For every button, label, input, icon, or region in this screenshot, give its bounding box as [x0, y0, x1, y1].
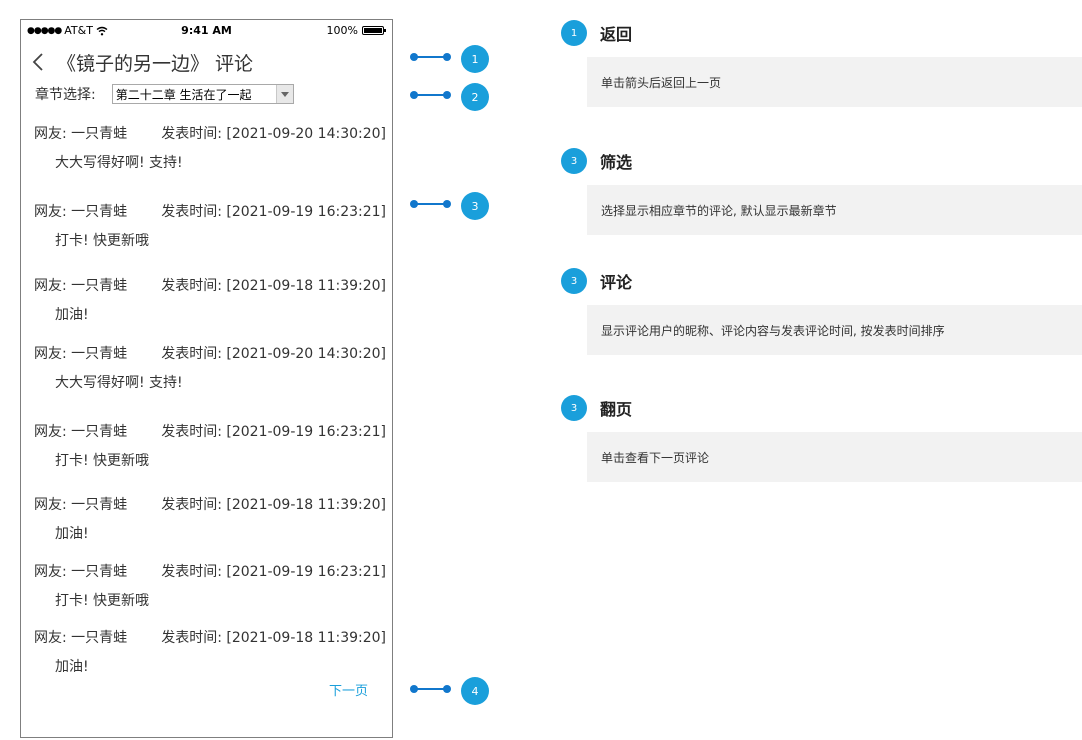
annotation-number: 3: [561, 395, 587, 421]
chevron-down-icon[interactable]: [275, 85, 293, 103]
comment-body: 加油!: [55, 307, 89, 323]
battery-icon: [362, 26, 386, 35]
page-title: 《镜子的另一边》 评论: [57, 53, 254, 75]
annotation-desc: 选择显示相应章节的评论, 默认显示最新章节: [587, 185, 1082, 235]
next-page-link[interactable]: 下一页: [329, 680, 368, 699]
annotation-title: 翻页: [600, 400, 633, 419]
comment-time: 发表时间: [2021-09-18 11:39:20]: [161, 497, 386, 513]
annotation-title: 返回: [600, 25, 633, 44]
callout-4: 4: [410, 677, 490, 705]
callout-number: 2: [461, 83, 489, 111]
comment-time: 发表时间: [2021-09-18 11:39:20]: [161, 278, 386, 294]
annotation-title: 筛选: [600, 153, 633, 172]
comment-time: 发表时间: [2021-09-19 16:23:21]: [161, 204, 386, 220]
phone-screen: ●●●●● AT&T 9:41 AM 100% 《镜子的另一边》 评论 章节选择…: [20, 19, 393, 738]
status-bar: ●●●●● AT&T 9:41 AM 100%: [21, 20, 392, 42]
comment-user: 网友: 一只青蛙: [34, 497, 128, 513]
comment-body: 大大写得好啊! 支持!: [55, 375, 183, 391]
comment-item: 网友: 一只青蛙 发表时间: [2021-09-20 14:30:20] 大大写得…: [34, 123, 386, 172]
callout-3: 3: [410, 192, 490, 220]
comment-user: 网友: 一只青蛙: [34, 630, 128, 646]
battery-percent: 100%: [326, 24, 358, 37]
comment-item: 网友: 一只青蛙 发表时间: [2021-09-20 14:30:20] 大大写得…: [34, 343, 386, 392]
comment-item: 网友: 一只青蛙 发表时间: [2021-09-19 16:23:21] 打卡! …: [34, 561, 386, 610]
annotation-pagination: 3 翻页 单击查看下一页评论: [561, 395, 1082, 482]
comment-user: 网友: 一只青蛙: [34, 278, 128, 294]
callout-number: 1: [461, 45, 489, 73]
comment-body: 打卡! 快更新哦: [55, 593, 150, 609]
annotation-number: 1: [561, 20, 587, 46]
annotation-number: 3: [561, 148, 587, 174]
callout-1: 1: [410, 45, 490, 73]
annotation-back: 1 返回 单击箭头后返回上一页: [561, 20, 1082, 107]
comment-time: 发表时间: [2021-09-20 14:30:20]: [161, 126, 386, 142]
callout-number: 4: [461, 677, 489, 705]
annotation-desc: 显示评论用户的昵称、评论内容与发表评论时间, 按发表时间排序: [587, 305, 1082, 355]
chapter-filter: 章节选择: 第二十二章 生活在了一起: [35, 83, 294, 105]
nav-bar: 《镜子的另一边》 评论: [21, 46, 392, 78]
chapter-selected-value: 第二十二章 生活在了一起: [115, 87, 252, 102]
back-arrow-icon[interactable]: [31, 51, 45, 73]
comment-time: 发表时间: [2021-09-19 16:23:21]: [161, 564, 386, 580]
annotation-number: 3: [561, 268, 587, 294]
comment-item: 网友: 一只青蛙 发表时间: [2021-09-19 16:23:21] 打卡! …: [34, 421, 386, 470]
callout-2: 2: [410, 83, 490, 111]
comment-user: 网友: 一只青蛙: [34, 564, 128, 580]
chapter-label: 章节选择:: [35, 87, 96, 103]
comment-item: 网友: 一只青蛙 发表时间: [2021-09-18 11:39:20] 加油!: [34, 627, 386, 676]
comment-user: 网友: 一只青蛙: [34, 424, 128, 440]
comment-item: 网友: 一只青蛙 发表时间: [2021-09-18 11:39:20] 加油!: [34, 494, 386, 543]
comment-body: 打卡! 快更新哦: [55, 233, 150, 249]
comment-time: 发表时间: [2021-09-20 14:30:20]: [161, 346, 386, 362]
annotation-title: 评论: [600, 273, 633, 292]
comment-time: 发表时间: [2021-09-18 11:39:20]: [161, 630, 386, 646]
annotation-filter: 3 筛选 选择显示相应章节的评论, 默认显示最新章节: [561, 148, 1082, 235]
comment-user: 网友: 一只青蛙: [34, 346, 128, 362]
comment-item: 网友: 一只青蛙 发表时间: [2021-09-19 16:23:21] 打卡! …: [34, 201, 386, 250]
annotation-desc: 单击箭头后返回上一页: [587, 57, 1082, 107]
comment-body: 加油!: [55, 659, 89, 675]
comment-user: 网友: 一只青蛙: [34, 126, 128, 142]
callout-number: 3: [461, 192, 489, 220]
comment-body: 加油!: [55, 526, 89, 542]
comment-body: 大大写得好啊! 支持!: [55, 155, 183, 171]
annotation-desc: 单击查看下一页评论: [587, 432, 1082, 482]
comment-time: 发表时间: [2021-09-19 16:23:21]: [161, 424, 386, 440]
comment-user: 网友: 一只青蛙: [34, 204, 128, 220]
comment-body: 打卡! 快更新哦: [55, 453, 150, 469]
chapter-select[interactable]: 第二十二章 生活在了一起: [111, 84, 294, 104]
comment-item: 网友: 一只青蛙 发表时间: [2021-09-18 11:39:20] 加油!: [34, 275, 386, 324]
annotation-comments: 3 评论 显示评论用户的昵称、评论内容与发表评论时间, 按发表时间排序: [561, 268, 1082, 355]
